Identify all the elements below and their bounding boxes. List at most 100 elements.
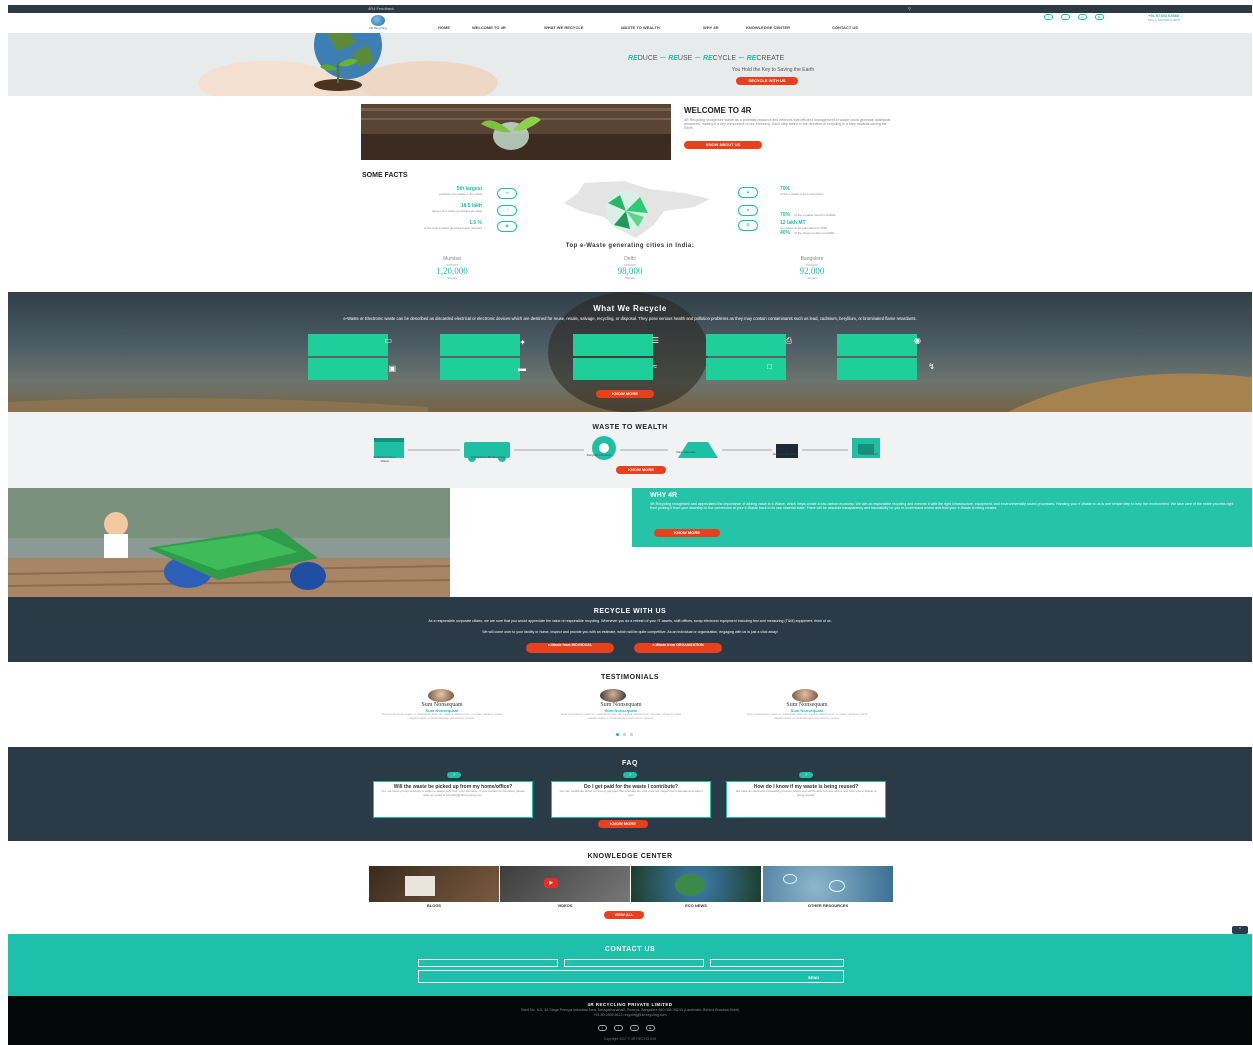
eco-news-label[interactable]: ECO NEWS — [631, 903, 761, 908]
question-icon: ? — [623, 772, 637, 778]
facebook-icon[interactable]: f — [1044, 14, 1053, 20]
phone-field[interactable] — [710, 959, 844, 967]
youtube-icon[interactable]: ▶ — [646, 1025, 655, 1031]
carousel-dot[interactable] — [630, 733, 633, 736]
linkedin-icon[interactable]: in — [1078, 14, 1087, 20]
fact-left-1: 5th largest producer of e-waste in the w… — [360, 186, 482, 196]
fact-left-3: 1.5 % of the total e-waste generated get… — [360, 220, 482, 230]
twitter-icon[interactable]: t — [1061, 14, 1070, 20]
city-mumbai: Mumbai 1,20,000 Tonnes — [392, 256, 512, 280]
avatar — [792, 689, 818, 702]
recycle-tile[interactable]: ≈ — [573, 358, 657, 380]
avatar — [428, 689, 454, 702]
message-field[interactable] — [418, 970, 844, 983]
search-icon[interactable]: ⚲ — [908, 6, 911, 11]
feedback-link[interactable]: 4R4 Feedback — [368, 6, 394, 11]
know-about-us-button[interactable]: KNOW ABOUT US — [684, 141, 762, 149]
w2w-step-6: New Product — [860, 452, 878, 456]
avatar — [600, 689, 626, 702]
faq-section: FAQ ? Will the waste be picked up from m… — [8, 747, 1252, 841]
recycle-icon: ♻ — [738, 220, 758, 231]
nav-contact-us[interactable]: CONTACT US — [832, 25, 858, 30]
hero-banner: REDUCE ∽ REUSE ∽ RECYCLE ∽ RECREATE You … — [8, 33, 1252, 96]
carousel-dot[interactable] — [623, 733, 626, 736]
hero-recycle-button[interactable]: RECYCLE WITH US — [736, 77, 798, 85]
faq-card-1[interactable]: Will the waste be picked up from my home… — [373, 781, 533, 818]
cities-title: Top e-Waste generating cities in India: — [565, 243, 695, 249]
videos-label[interactable]: VIDEOS — [500, 903, 630, 908]
recycle-tile[interactable]: ▭ — [308, 334, 392, 356]
nav-what-we-recycle[interactable]: WHAT WE RECYCLE — [544, 25, 583, 30]
facebook-icon[interactable]: f — [598, 1025, 607, 1031]
blogs-label[interactable]: BLOGS — [369, 903, 499, 908]
recycle-tile[interactable]: ▬ — [440, 358, 526, 380]
other-resources-image[interactable] — [763, 866, 893, 902]
play-icon: ▶ — [544, 878, 558, 888]
faq-card-3[interactable]: How do I know if my waste is being reuse… — [726, 781, 886, 818]
organization-button[interactable]: e-Waste from ORGANIZATION — [634, 643, 722, 653]
what-we-recycle-section: What We Recycle e-Waste or Electronic wa… — [8, 292, 1252, 412]
footer-company: 4R RECYCLING PRIVATE LIMITED — [587, 1002, 673, 1007]
nav-knowledge-center[interactable]: KNOWLEDGE CENTER — [746, 25, 790, 30]
scroll-top-icon[interactable]: ⌃ — [1232, 926, 1248, 934]
footer-address: Shed No. K-5, 3A Stage Peenya Industrial… — [520, 1008, 740, 1012]
page: 4R4 Feedback ⚲ 4R Recycling HOME WELCOME… — [0, 0, 1253, 1045]
nav-welcome[interactable]: WELCOME TO 4R — [472, 25, 506, 30]
drop-icon: ● — [738, 205, 758, 216]
recycle-tile[interactable]: ⎙ — [706, 334, 792, 356]
other-resources-label[interactable]: OTHER RESOURCES — [763, 903, 893, 908]
blogs-image[interactable] — [369, 866, 499, 902]
email-field[interactable] — [564, 959, 704, 967]
cable-icon: ≈ — [652, 362, 657, 371]
recycle-tile[interactable]: ↯ — [837, 358, 935, 380]
recycle-know-more-button[interactable]: KNOW MORE — [596, 390, 654, 398]
city-unit: Tonnes — [625, 276, 635, 280]
laptop-icon: □ — [767, 362, 772, 371]
carousel-dot[interactable] — [616, 733, 619, 736]
testimonial-text: Duis consectetur quam in, sollicitudin f… — [746, 712, 868, 720]
logo[interactable]: 4R Recycling — [366, 15, 390, 31]
india-map-image — [564, 181, 710, 238]
faq-card-2[interactable]: Do I get paid for the waste I contribute… — [551, 781, 711, 818]
w2w-know-more-button[interactable]: KNOW MORE — [616, 466, 666, 474]
faq-know-more-button[interactable]: KNOW MORE — [598, 820, 648, 828]
main-nav: 4R Recycling HOME WELCOME TO 4R WHAT WE … — [8, 13, 1252, 33]
welcome-body: 4R Recycling recognises waste as a poten… — [684, 118, 891, 131]
faq-answer: You can contribute either for free or ge… — [559, 789, 703, 797]
contact-section: CONTACT US SEND — [8, 934, 1252, 996]
linkedin-icon[interactable]: in — [630, 1025, 639, 1031]
nav-waste-to-wealth[interactable]: WASTE TO WEALTH — [621, 25, 660, 30]
city-unit: Tonnes — [447, 276, 457, 280]
nav-why-4r[interactable]: WHY 4R — [703, 25, 718, 30]
keyboard-icon: ☰ — [651, 336, 659, 345]
recycle-tile[interactable]: ▣ — [308, 358, 396, 380]
plug-icon: ↯ — [928, 362, 935, 371]
view-all-button[interactable]: VIEW ALL — [604, 911, 644, 919]
recycle-tile[interactable]: ✦ — [440, 334, 526, 356]
videos-image[interactable]: ▶ — [500, 866, 630, 902]
bubble-icon — [783, 874, 797, 884]
why-4r-image — [8, 488, 450, 597]
individual-button[interactable]: e-Waste from INDIVIDUAL — [526, 643, 614, 653]
top-bar: 4R4 Feedback ⚲ — [8, 5, 1252, 13]
globe-icon — [371, 15, 385, 26]
send-button[interactable]: SEND — [808, 975, 819, 980]
faq-answer: We have an electronic traceability proce… — [735, 789, 877, 797]
why-know-more-button[interactable]: KNOW MORE — [654, 529, 720, 537]
eco-news-image[interactable] — [631, 866, 761, 902]
recycle-tile[interactable]: ☰ — [573, 334, 659, 356]
w2w-step-4: Raw Materials — [676, 450, 696, 454]
nav-home[interactable]: HOME — [438, 25, 450, 30]
fact-left-1-desc: producer of e-waste in the world — [439, 192, 482, 196]
faq-title: FAQ — [622, 760, 638, 767]
name-field[interactable] — [418, 959, 558, 967]
fact-left-2-desc: tonnes of e-waste generated annually — [431, 209, 482, 213]
recycle-tile[interactable]: □ — [706, 358, 786, 380]
testimonial-card-2: Sum Nonsequam Sum Nonsequam Duis consect… — [559, 702, 683, 720]
recycle-tile[interactable]: ◉ — [837, 334, 921, 356]
fact-left-3-desc: of the total e-waste generated gets recy… — [423, 226, 482, 230]
youtube-icon[interactable]: ▶ — [1095, 14, 1104, 20]
twitter-icon[interactable]: t — [614, 1025, 623, 1031]
w2w-step-3: Recycling Process — [586, 453, 612, 457]
notebook-icon — [405, 876, 435, 896]
